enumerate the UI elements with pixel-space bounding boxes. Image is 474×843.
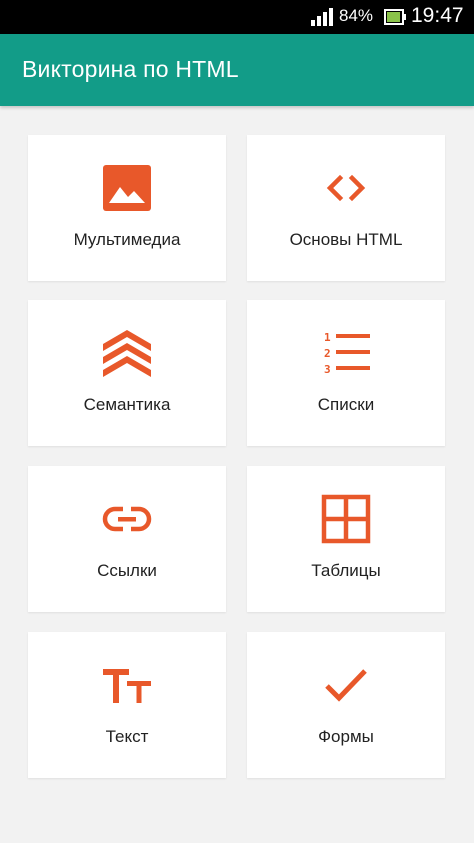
- table-grid-icon: [320, 493, 372, 545]
- category-tile-semantics[interactable]: Семантика: [28, 300, 226, 446]
- svg-text:3: 3: [324, 363, 331, 376]
- battery-icon: [384, 9, 406, 30]
- category-label: Таблицы: [311, 561, 381, 580]
- category-tile-tables[interactable]: Таблицы: [247, 466, 445, 612]
- code-icon: [320, 162, 372, 214]
- battery-percentage: 84%: [339, 6, 374, 25]
- category-label: Семантика: [83, 395, 171, 414]
- checkmark-icon: [320, 659, 372, 711]
- text-size-icon: [101, 659, 153, 711]
- category-label: Мультимедиа: [73, 230, 181, 249]
- category-tile-forms[interactable]: Формы: [247, 632, 445, 778]
- category-label: Формы: [318, 727, 374, 746]
- link-icon: [101, 493, 153, 545]
- category-tile-links[interactable]: Ссылки: [28, 466, 226, 612]
- category-label: Текст: [105, 727, 149, 746]
- category-tile-text[interactable]: Текст: [28, 632, 226, 778]
- numbered-list-icon: 1 2 3: [320, 327, 372, 379]
- category-label: Основы HTML: [289, 230, 403, 249]
- svg-text:2: 2: [324, 347, 331, 360]
- category-tile-lists[interactable]: 1 2 3 Списки: [247, 300, 445, 446]
- category-tile-html-basics[interactable]: Основы HTML: [247, 135, 445, 281]
- chevrons-up-icon: [101, 327, 153, 379]
- signal-icon: [311, 8, 333, 31]
- status-clock: 19:47: [411, 4, 464, 27]
- app-bar: Викторина по HTML: [0, 34, 474, 106]
- app-title: Викторина по HTML: [22, 56, 239, 82]
- image-icon: [101, 162, 153, 214]
- category-label: Ссылки: [97, 561, 157, 580]
- svg-text:1: 1: [324, 331, 331, 344]
- category-label: Списки: [317, 395, 375, 414]
- category-tile-multimedia[interactable]: Мультимедиа: [28, 135, 226, 281]
- status-bar: 84% 19:47: [0, 0, 474, 34]
